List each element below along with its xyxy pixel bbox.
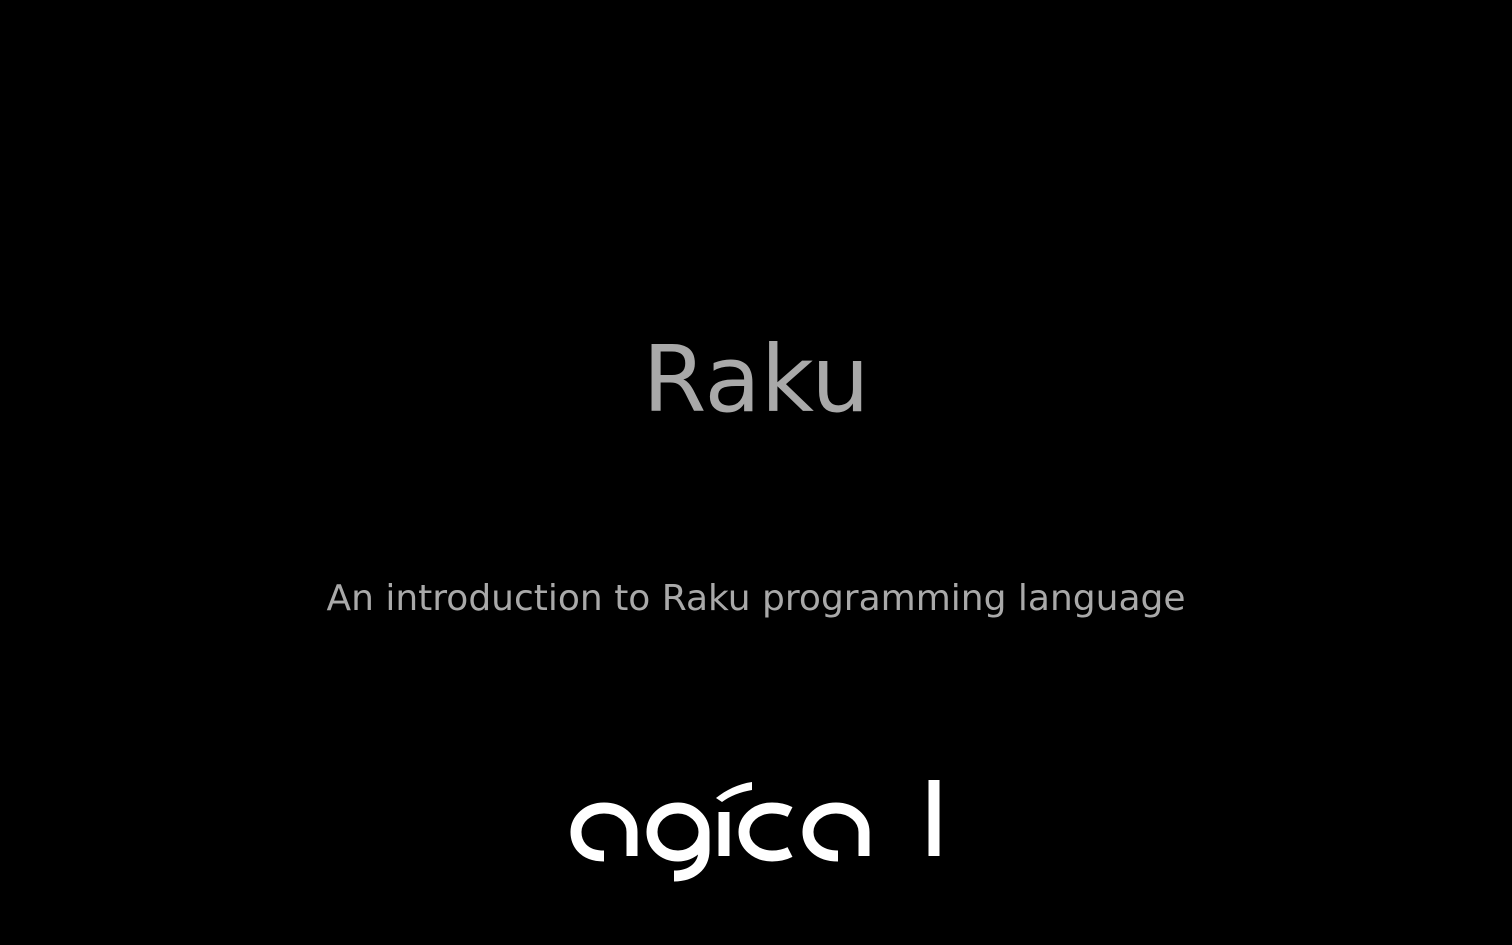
- slide-subtitle: An introduction to Raku programming lang…: [326, 578, 1186, 619]
- slide-title: Raku: [642, 326, 870, 433]
- presentation-slide: Raku An introduction to Raku programming…: [0, 0, 1512, 945]
- agical-logo: [566, 772, 946, 884]
- agical-logo-wordmark: [570, 780, 940, 882]
